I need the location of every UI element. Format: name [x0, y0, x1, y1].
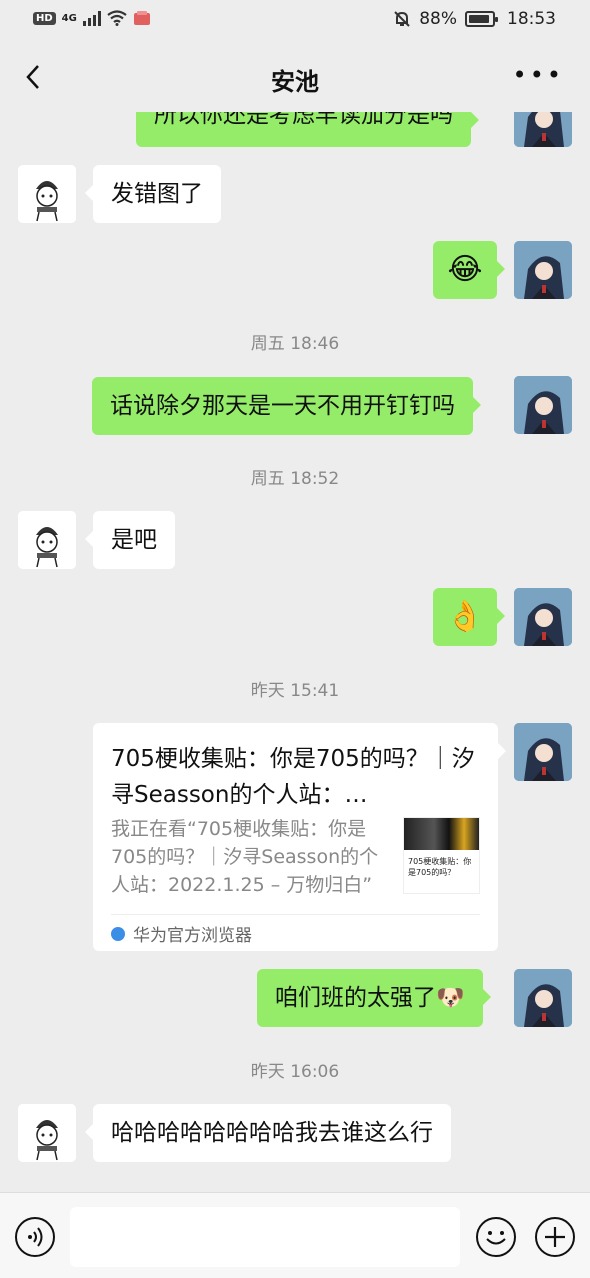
avatar-self[interactable] [514, 723, 572, 781]
laugh-cry-emoji-icon: 😂 [447, 252, 483, 287]
link-card[interactable]: 705梗收集贴：你是705的吗？｜汐寻Seasson的个人站：… 我正在看“70… [93, 723, 506, 951]
message-text: 哈哈哈哈哈哈哈哈我去谁这么行 [111, 1120, 433, 1146]
clock: 18:53 [507, 9, 556, 29]
network-label: 4G [61, 12, 77, 24]
status-bar: HD 4G 88% 18:53 [0, 0, 590, 40]
message-text: 话说除夕那天是一天不用开钉钉吗 [110, 393, 455, 419]
voice-icon[interactable] [15, 1217, 55, 1257]
link-card-title: 705梗收集贴：你是705的吗？｜汐寻Seasson的个人站：… [111, 746, 475, 808]
avatar-self[interactable] [514, 969, 572, 1027]
message-text: 所以你还是考虑早读加分是吗 [154, 112, 453, 128]
divider [111, 914, 480, 915]
message-bubble[interactable]: 所以你还是考虑早读加分是吗 [136, 112, 479, 147]
message-text: 咱们班的太强了 [275, 985, 436, 1011]
chat-title: 安池 [271, 68, 319, 96]
avatar-contact[interactable] [18, 511, 76, 569]
timestamp: 周五 18:46 [250, 334, 340, 354]
timestamp: 周五 18:52 [250, 469, 340, 489]
mute-bell-icon [394, 11, 410, 27]
avatar-self[interactable] [514, 588, 572, 646]
battery-icon [465, 11, 498, 27]
message-bubble[interactable]: 发错图了 [85, 165, 221, 223]
battery-percent: 88% [419, 9, 457, 29]
message-bubble[interactable]: 话说除夕那天是一天不用开钉钉吗 [92, 377, 481, 435]
doge-emoji-icon: 🐶 [436, 985, 465, 1011]
avatar-self[interactable] [514, 241, 572, 299]
signal-icon [82, 10, 101, 26]
timestamp: 昨天 16:06 [250, 1062, 340, 1082]
avatar-contact[interactable] [18, 165, 76, 223]
chat-header: 安池 ••• [0, 40, 590, 112]
plus-icon[interactable] [535, 1217, 575, 1257]
thumbnail-text: 705梗收集贴：你是705的吗？ [408, 857, 472, 877]
message-bubble[interactable]: 哈哈哈哈哈哈哈哈我去谁这么行 [85, 1104, 451, 1162]
message-bubble[interactable]: 是吧 [85, 511, 175, 569]
timestamp: 昨天 15:41 [250, 681, 340, 701]
message-list[interactable]: 所以你还是考虑早读加分是吗 发错图了 😂 周五 18:46 话说除夕那天是一天不… [0, 112, 590, 1192]
link-card-thumbnail: 705梗收集贴：你是705的吗？ [403, 817, 480, 894]
avatar-self[interactable] [514, 376, 572, 434]
notification-icon [133, 11, 150, 25]
message-bubble[interactable]: 👌 [433, 588, 505, 646]
avatar-contact[interactable] [18, 1104, 76, 1162]
link-card-description: 我正在看“705梗收集贴：你是705的吗？｜汐寻Seasson的个人站：2022… [111, 818, 379, 896]
avatar-self[interactable] [514, 112, 572, 147]
source-label: 华为官方浏览器 [133, 926, 252, 946]
message-bubble[interactable]: 咱们班的太强了🐶 [257, 969, 491, 1027]
hd-icon: HD [33, 11, 56, 25]
link-card-source: 华为官方浏览器 [111, 921, 252, 946]
emoji-icon[interactable] [476, 1217, 516, 1257]
more-icon[interactable]: ••• [513, 63, 564, 87]
message-text: 发错图了 [111, 181, 203, 207]
message-text: 是吧 [111, 527, 157, 553]
ok-hand-emoji-icon: 👌 [446, 599, 484, 634]
browser-icon [111, 926, 125, 941]
message-input[interactable] [70, 1207, 460, 1267]
wifi-icon [107, 10, 127, 26]
input-bar [0, 1192, 590, 1278]
message-bubble[interactable]: 😂 [433, 241, 505, 299]
